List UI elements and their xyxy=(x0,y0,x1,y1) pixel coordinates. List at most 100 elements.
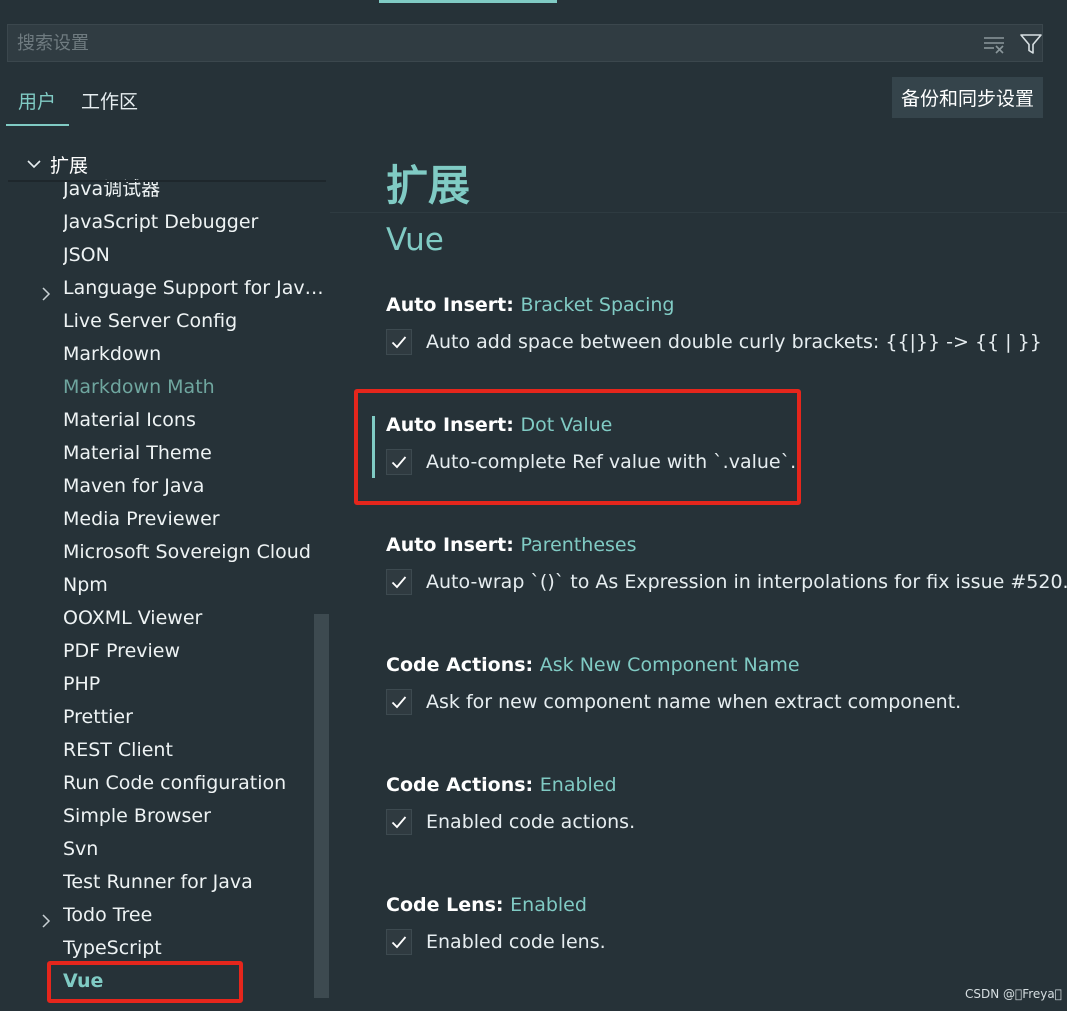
tree-item-label: Language Support for Java(T... xyxy=(63,277,325,299)
setting-description: Auto add space between double curly brac… xyxy=(426,331,1042,353)
tree-item[interactable]: Prettier xyxy=(0,701,330,734)
tree-item[interactable]: Svn xyxy=(0,833,330,866)
setting-value-row: Enabled code actions. xyxy=(386,809,1046,837)
setting-category: Auto Insert: xyxy=(386,294,521,316)
tree-item-label: Todo Tree xyxy=(63,904,153,926)
tree-item[interactable]: REST Client xyxy=(0,734,330,767)
annotation-box-vue xyxy=(47,961,243,1003)
tree-item-label: Live Server Config xyxy=(63,310,238,332)
setting-title: Auto Insert: Bracket Spacing xyxy=(386,293,1046,317)
chevron-down-icon xyxy=(24,154,44,174)
tree-item-label: Material Theme xyxy=(63,442,212,464)
backup-and-sync-button[interactable]: 备份和同步设置 xyxy=(892,77,1043,118)
tree-item[interactable]: Markdown Math xyxy=(0,371,330,404)
setting-title: Code Actions: Ask New Component Name xyxy=(386,653,1046,677)
tree-item[interactable]: PHP xyxy=(0,668,330,701)
toc-scrollbar[interactable] xyxy=(314,614,329,998)
tree-item-label: Svn xyxy=(63,838,99,860)
tree-item-label: PDF Preview xyxy=(63,640,181,662)
tree-item[interactable]: Maven for Java xyxy=(0,470,330,503)
title-divider xyxy=(330,212,1067,213)
tree-item-label: Simple Browser xyxy=(63,805,211,827)
tree-item[interactable]: Material Icons xyxy=(0,404,330,437)
tree-item[interactable]: Run Code configuration xyxy=(0,767,330,800)
setting-value-row: Ask for new component name when extract … xyxy=(386,689,1046,717)
setting-name: Parentheses xyxy=(520,534,637,556)
tree-item-label: Npm xyxy=(63,574,108,596)
setting-item: Auto Insert: Parentheses Auto-wrap `()` t… xyxy=(386,533,1067,597)
setting-title: Code Actions: Enabled xyxy=(386,773,1046,797)
setting-description: Auto-wrap `()` to As Expression in inter… xyxy=(426,571,1067,593)
setting-title: Auto Insert: Parentheses xyxy=(386,533,1046,557)
filter-icon[interactable] xyxy=(1019,32,1043,56)
setting-name: Enabled xyxy=(539,774,617,796)
settings-editor: 用户 工作区 备份和同步设置 扩展 Java调试器 JavaScript Debu… xyxy=(0,0,1067,1011)
active-editor-tab-indicator xyxy=(379,0,557,3)
setting-category: Code Actions: xyxy=(386,774,540,796)
setting-item: Code Lens: Enabled Enabled code lens. xyxy=(386,893,1046,957)
setting-checkbox[interactable] xyxy=(386,329,412,355)
setting-checkbox[interactable] xyxy=(386,569,412,595)
tree-item[interactable]: Microsoft Sovereign Cloud xyxy=(0,536,330,569)
tree-item[interactable]: Markdown xyxy=(0,338,330,371)
watermark: CSDN @ Freya  xyxy=(965,987,1062,1001)
tree-item-label: REST Client xyxy=(63,739,173,761)
tree-item-label: Maven for Java xyxy=(63,475,205,497)
tree-item-label: Markdown Math xyxy=(63,376,215,398)
setting-value-row: Enabled code lens. xyxy=(386,929,1046,957)
tree-item[interactable]: Java调试器 xyxy=(0,173,330,206)
setting-item: Code Actions: Ask New Component Name Ask … xyxy=(386,653,1046,717)
tree-item[interactable]: OOXML Viewer xyxy=(0,602,330,635)
tree-item-label: Markdown xyxy=(63,343,162,365)
tree-item[interactable]: Test Runner for Java xyxy=(0,866,330,899)
tree-item-label: Prettier xyxy=(63,706,133,728)
setting-item: Code Actions: Enabled Enabled code action… xyxy=(386,773,1046,837)
setting-description: Enabled code actions. xyxy=(426,811,636,833)
chevron-right-icon xyxy=(38,280,54,301)
setting-item: Auto Insert: Bracket Spacing Auto add spa… xyxy=(386,293,1046,357)
setting-checkbox[interactable] xyxy=(386,809,412,835)
tree-item-label: JSON xyxy=(63,244,110,266)
section-title: Vue xyxy=(386,222,444,258)
tree-item-label: Java调试器 xyxy=(63,178,161,200)
setting-category: Code Actions: xyxy=(386,654,540,676)
tree-item[interactable]: Simple Browser xyxy=(0,800,330,833)
setting-description: Enabled code lens. xyxy=(426,931,606,953)
chevron-right-icon xyxy=(38,907,54,928)
sticky-header-divider xyxy=(8,180,326,182)
tree-item[interactable]: Material Theme xyxy=(0,437,330,470)
tree-item[interactable]: Live Server Config xyxy=(0,305,330,338)
search-settings-input[interactable] xyxy=(8,25,968,61)
setting-description: Ask for new component name when extract … xyxy=(426,691,962,713)
tree-item[interactable]: Media Previewer xyxy=(0,503,330,536)
tree-item-label: Run Code configuration xyxy=(63,772,287,794)
setting-name: Enabled xyxy=(510,894,587,916)
tree-item[interactable]: Npm xyxy=(0,569,330,602)
tab-workspace[interactable]: 工作区 xyxy=(81,84,161,126)
setting-title: Code Lens: Enabled xyxy=(386,893,1046,917)
setting-checkbox[interactable] xyxy=(386,929,412,955)
tree-item[interactable]: JavaScript Debugger xyxy=(0,206,330,239)
setting-value-row: Auto-wrap `()` to As Expression in inter… xyxy=(386,569,1067,597)
setting-name: Ask New Component Name xyxy=(539,654,800,676)
setting-category: Code Lens: xyxy=(386,894,511,916)
tree-item-label: Material Icons xyxy=(63,409,196,431)
tree-item[interactable]: JSON xyxy=(0,239,330,272)
page-title: 扩展 xyxy=(386,161,471,210)
clear-filter-icon[interactable] xyxy=(983,33,1005,55)
tree-item-label: PHP xyxy=(63,673,101,695)
tree-item-label: Microsoft Sovereign Cloud xyxy=(63,541,311,563)
tree-item[interactable]: PDF Preview xyxy=(0,635,330,668)
tree-item-label: JavaScript Debugger xyxy=(63,211,259,233)
search-bar xyxy=(7,24,1043,62)
setting-value-row: Auto add space between double curly brac… xyxy=(386,329,1046,357)
tree-item-label: OOXML Viewer xyxy=(63,607,203,629)
setting-checkbox[interactable] xyxy=(386,689,412,715)
setting-name: Bracket Spacing xyxy=(520,294,675,316)
tree-item[interactable]: Language Support for Java(T... xyxy=(0,272,330,305)
tree-item-label: Media Previewer xyxy=(63,508,220,530)
tree-item[interactable]: Todo Tree xyxy=(0,899,330,932)
tree-item-label: Test Runner for Java xyxy=(63,871,253,893)
tab-user[interactable]: 用户 xyxy=(6,84,69,126)
setting-category: Auto Insert: xyxy=(386,534,521,556)
